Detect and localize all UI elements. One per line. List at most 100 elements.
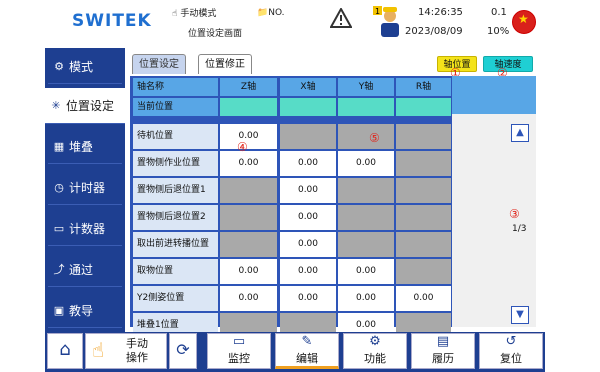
position-input-y[interactable]: 0.00 [338, 151, 394, 176]
position-input-x[interactable]: 0.00 [280, 259, 336, 284]
tab-position-correction[interactable]: 位置修正 [198, 54, 252, 74]
sidebar-item-counter[interactable]: ▭ 计数器 [48, 212, 122, 246]
cycle-icon: ⟳ [176, 340, 190, 359]
position-input-x[interactable]: 0.00 [280, 286, 336, 311]
sidebar-item-teach[interactable]: ▣ 教导 [48, 294, 122, 328]
disabled-cell-r [396, 178, 451, 203]
sidebar: ⚙ 模式 ✳ 位置设定 ▦ 堆叠 ◷ 计时器 ▭ 计数器 ⤴ 通过 ▣ 教导 [45, 48, 125, 336]
footer-reset[interactable]: ↺ 复位 [479, 333, 543, 369]
disabled-cell-y [338, 178, 394, 203]
position-input-x[interactable]: 0.00 [280, 232, 336, 257]
column-header-r: R轴 [396, 78, 451, 96]
disabled-cell-r [396, 232, 451, 257]
teach-icon: ▣ [53, 303, 65, 317]
footer-history[interactable]: ▤ 履历 [411, 333, 475, 369]
folder-icon: 📁 [257, 8, 269, 18]
timer-icon: ◷ [54, 180, 64, 194]
position-input-z[interactable]: 0.00 [220, 124, 277, 149]
manual-operation-button[interactable]: ☝ 手动 操作 [85, 333, 167, 369]
reset-icon: ↺ [505, 334, 517, 349]
disabled-cell-x [280, 124, 336, 149]
disabled-cell-z [220, 178, 277, 203]
speed-percent[interactable]: 10% [487, 26, 509, 37]
gear-icon: ⚙ [369, 334, 381, 349]
page-indicator: 1/3 [512, 224, 527, 234]
cycle-button[interactable]: ⟳ [169, 333, 197, 369]
header-bar: SWITEK ☝ 手动模式 位置设定画面 📁NO. 1 14:26:35 202… [45, 0, 545, 46]
sidebar-item-timer[interactable]: ◷ 计时器 [48, 171, 122, 205]
column-header-z: Z轴 [220, 78, 277, 96]
position-input-z[interactable]: 0.00 [220, 259, 277, 284]
disabled-cell-r [396, 259, 451, 284]
disabled-cell-z [220, 205, 277, 230]
footer-edit[interactable]: ✎ 编辑 [275, 333, 339, 369]
column-header-name: 轴名称 [133, 78, 218, 96]
disabled-cell-r [396, 124, 451, 149]
position-input-r[interactable]: 0.00 [396, 286, 451, 311]
position-table: 轴名称 Z轴 X轴 Y轴 R轴 当前位置 待机位置 0.00 置物侧作业位置 0.00 0.00 0.… [130, 76, 452, 338]
column-header-x: X轴 [280, 78, 336, 96]
column-header-y: Y轴 [338, 78, 394, 96]
row-label: 取物位置 [133, 259, 218, 284]
disabled-cell-r [396, 205, 451, 230]
disabled-cell-y [338, 124, 394, 149]
annotation-3: ③ [509, 207, 520, 221]
table-side-panel: ▲ ③ 1/3 ▼ [452, 76, 536, 327]
current-position-r [396, 98, 451, 116]
clock-time: 14:26:35 [418, 7, 463, 18]
row-label: 取出前进转播位置 [133, 232, 218, 257]
position-input-z[interactable]: 0.00 [220, 151, 277, 176]
current-position-label: 当前位置 [133, 98, 218, 116]
position-input-y[interactable]: 0.00 [338, 259, 394, 284]
svg-text:1: 1 [375, 7, 380, 16]
disabled-cell-y [338, 232, 394, 257]
sidebar-item-position[interactable]: ✳ 位置设定 [45, 88, 125, 124]
annotation-5: ⑤ [369, 131, 380, 145]
row-label: 置物侧后退位置2 [133, 205, 218, 230]
sidebar-item-pass[interactable]: ⤴ 通过 [48, 253, 122, 287]
annotation-4: ④ [237, 140, 248, 154]
mode-status: ☝ 手动模式 [172, 9, 217, 19]
grid-icon: ▦ [53, 139, 65, 153]
screen-title: 位置设定画面 [188, 29, 243, 39]
step-value[interactable]: 0.1 [491, 7, 507, 18]
position-input-z[interactable]: 0.00 [220, 286, 277, 311]
row-label: 待机位置 [133, 124, 218, 149]
tab-position-setting[interactable]: 位置设定 [132, 54, 186, 74]
axis-speed-button[interactable]: 轴速度 [483, 56, 533, 72]
position-input-x[interactable]: 0.00 [280, 178, 336, 203]
clock-date: 2023/08/09 [405, 26, 463, 37]
brand-logo: SWITEK [72, 11, 152, 31]
tab-bar: 位置设定 位置修正 [128, 52, 544, 74]
row-label: 置物侧作业位置 [133, 151, 218, 176]
footer-monitor[interactable]: ▭ 监控 [207, 333, 271, 369]
footer-function[interactable]: ⚙ 功能 [343, 333, 407, 369]
sidebar-item-stack[interactable]: ▦ 堆叠 [48, 130, 122, 164]
home-icon: ⌂ [59, 339, 71, 360]
operator-icon[interactable]: 1 [373, 4, 401, 43]
monitor-icon: ▭ [232, 334, 246, 349]
disabled-cell-z [220, 232, 277, 257]
mold-number[interactable]: 📁NO. [257, 8, 285, 18]
position-input-x[interactable]: 0.00 [280, 205, 336, 230]
warning-icon[interactable] [329, 6, 353, 31]
china-flag-icon[interactable] [512, 10, 536, 34]
counter-icon: ▭ [53, 221, 65, 235]
mode-icon: ⚙ [54, 59, 64, 73]
position-input-x[interactable]: 0.00 [280, 151, 336, 176]
position-input-y[interactable]: 0.00 [338, 286, 394, 311]
pass-icon: ⤴ [53, 262, 65, 276]
current-position-x [280, 98, 336, 116]
scroll-down-button[interactable]: ▼ [511, 306, 529, 324]
hand-icon: ☝ [92, 338, 105, 362]
history-icon: ▤ [436, 334, 450, 349]
home-button[interactable]: ⌂ [47, 333, 83, 369]
row-label: 置物侧后退位置1 [133, 178, 218, 203]
edit-icon: ✎ [301, 334, 313, 349]
current-position-y [338, 98, 394, 116]
sidebar-item-mode[interactable]: ⚙ 模式 [48, 50, 122, 84]
disabled-cell-y [338, 205, 394, 230]
current-position-z [220, 98, 277, 116]
axes-icon: ✳ [51, 98, 61, 112]
scroll-up-button[interactable]: ▲ [511, 124, 529, 142]
